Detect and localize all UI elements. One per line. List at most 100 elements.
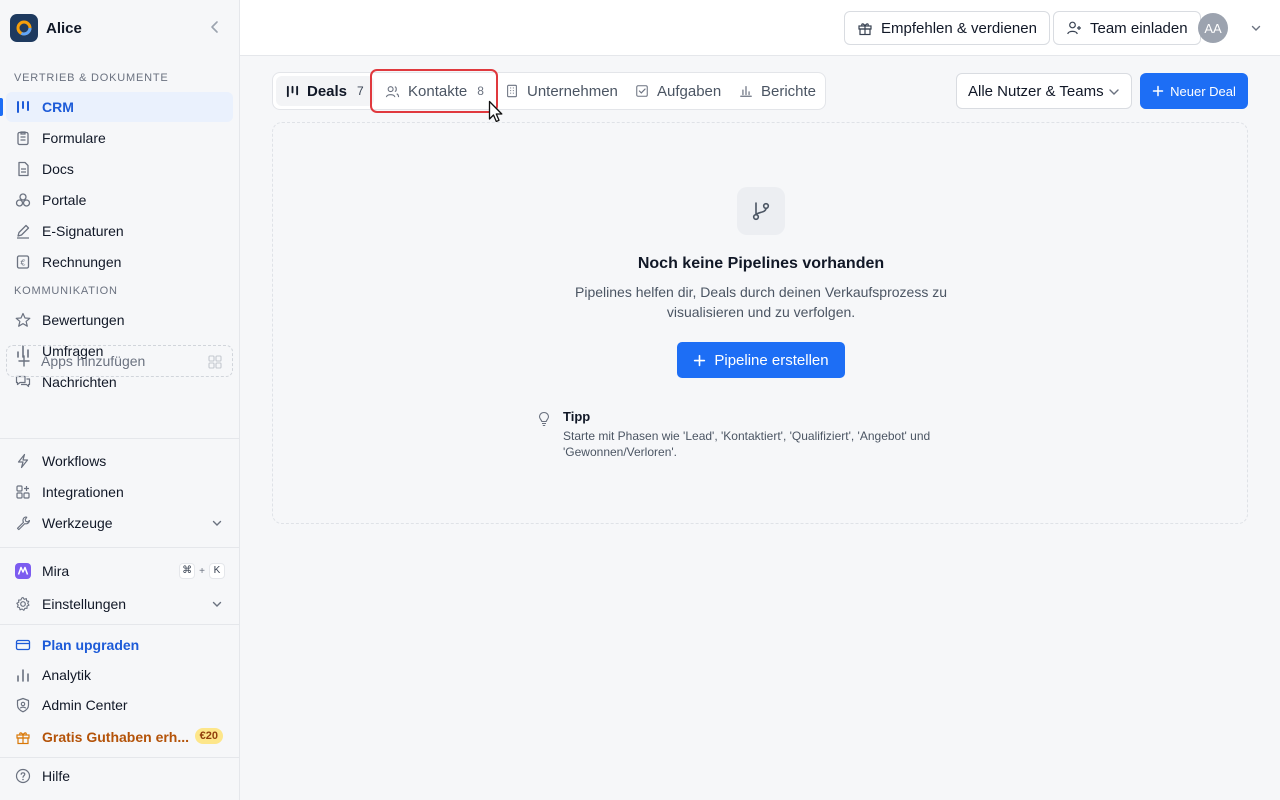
tab-berichte[interactable]: Berichte (729, 76, 826, 106)
star-icon (14, 311, 32, 329)
k-key: K (209, 563, 225, 579)
workspace-switcher[interactable]: Alice (10, 14, 230, 42)
sidebar-item-label: Werkzeuge (42, 515, 113, 531)
sidebar-item-docs[interactable]: Docs (6, 154, 233, 184)
sidebar-item-label: CRM (42, 99, 74, 115)
create-pipeline-label: Pipeline erstellen (714, 351, 829, 369)
keyboard-shortcut: ⌘ + K (179, 563, 225, 579)
sidebar-item-label: Hilfe (42, 768, 71, 784)
empty-state-title: Noch keine Pipelines vorhanden (637, 255, 885, 272)
tip-title: Tipp (563, 409, 591, 424)
owner-filter-select[interactable]: Alle Nutzer & Teams (956, 73, 1132, 109)
sidebar-item-bewertungen[interactable]: Bewertungen (6, 305, 233, 335)
sidebar-item-gratis-guthaben[interactable]: Gratis Guthaben erh... €20 (6, 722, 233, 752)
sidebar-item-hilfe[interactable]: Hilfe (6, 761, 233, 791)
sidebar-item-werkzeuge[interactable]: Werkzeuge (6, 508, 233, 538)
tab-unternehmen[interactable]: Unternehmen (495, 76, 628, 106)
clipboard-icon (14, 129, 32, 147)
sidebar-item-label: Admin Center (42, 697, 128, 713)
sidebar-divider (0, 757, 239, 758)
lightbulb-icon (537, 411, 551, 427)
gift-icon (857, 20, 873, 36)
sidebar-divider (0, 547, 239, 548)
sidebar-item-integrationen[interactable]: Integrationen (6, 477, 233, 507)
sidebar-item-einstellungen[interactable]: Einstellungen (6, 589, 233, 619)
pen-icon (14, 222, 32, 240)
chevron-down-icon (211, 598, 223, 610)
sidebar-item-label: Einstellungen (42, 596, 127, 612)
sidebar-item-admin-center[interactable]: Admin Center (6, 690, 233, 720)
active-indicator (0, 98, 3, 116)
tab-label: Aufgaben (657, 82, 722, 100)
sidebar-item-analytik[interactable]: Analytik (6, 660, 233, 690)
sidebar-divider (0, 438, 239, 439)
sidebar-item-label: Integrationen (42, 484, 124, 500)
plus-icon (17, 354, 31, 368)
plus-icon (1152, 85, 1164, 97)
sidebar-item-label: Gratis Guthaben erh... (42, 729, 190, 745)
bar-chart-icon (739, 84, 753, 98)
sidebar-item-label: Rechnungen (42, 254, 122, 270)
document-icon (14, 160, 32, 178)
sidebar-item-mira[interactable]: Mira ⌘ + K (6, 556, 233, 586)
sidebar-item-crm[interactable]: CRM (6, 92, 233, 122)
sidebar-item-rechnungen[interactable]: € Rechnungen (6, 247, 233, 277)
add-apps-label: Apps hinzufügen (41, 353, 146, 369)
sidebar-item-label: Portale (42, 192, 87, 208)
sidebar-item-formulare[interactable]: Formulare (6, 123, 233, 153)
filter-value: Alle Nutzer & Teams (968, 82, 1104, 100)
new-deal-button[interactable]: Neuer Deal (1140, 73, 1248, 109)
credit-card-icon (14, 636, 32, 654)
section-label-communication: KOMMUNIKATION (14, 285, 118, 297)
chevron-down-icon (1107, 85, 1121, 99)
sidebar-item-label: Bewertungen (42, 312, 125, 328)
chevron-down-icon[interactable] (1250, 22, 1262, 34)
mouse-cursor-icon (488, 100, 504, 124)
sidebar-item-label: Workflows (42, 453, 107, 469)
avatar[interactable]: AA (1198, 13, 1228, 43)
gift-icon (14, 728, 32, 746)
empty-state-panel: Noch keine Pipelines vorhanden Pipelines… (272, 122, 1248, 524)
sidebar: Alice VERTRIEB & DOKUMENTE CRM Formulare… (0, 0, 240, 800)
sidebar-item-label: Analytik (42, 667, 92, 683)
tab-label: Unternehmen (527, 82, 618, 100)
sidebar-item-label: Mira (42, 563, 70, 579)
lightning-icon (14, 452, 32, 470)
command-key: ⌘ (179, 563, 196, 579)
sidebar-item-label: Docs (42, 161, 74, 177)
crm-tabs: Deals 7 Kontakte 8 Unternehmen Aufgaben … (272, 72, 826, 110)
kanban-icon (286, 85, 299, 98)
workspace-name: Alice (46, 19, 82, 37)
refer-label: Empfehlen & verdienen (881, 19, 1037, 37)
tab-aufgaben[interactable]: Aufgaben (625, 76, 731, 106)
shortcut-plus: + (199, 565, 205, 577)
create-pipeline-button[interactable]: Pipeline erstellen (677, 342, 845, 378)
sidebar-item-workflows[interactable]: Workflows (6, 446, 233, 476)
svg-text:€: € (20, 259, 25, 268)
sidebar-item-label: E-Signaturen (42, 223, 124, 239)
user-plus-icon (1066, 20, 1082, 36)
add-apps-button[interactable]: Apps hinzufügen (6, 345, 233, 377)
shield-user-icon (14, 696, 32, 714)
building-icon (505, 84, 519, 98)
plus-icon (693, 354, 706, 367)
top-header: Empfehlen & verdienen Team einladen AA (240, 0, 1280, 56)
sidebar-item-label: Plan upgraden (42, 637, 140, 653)
sidebar-item-portale[interactable]: Portale (6, 185, 233, 215)
section-label-sales: VERTRIEB & DOKUMENTE (14, 72, 169, 84)
focus-highlight (370, 69, 498, 113)
invite-team-button[interactable]: Team einladen (1053, 11, 1201, 45)
sidebar-item-plan-upgraden[interactable]: Plan upgraden (6, 630, 233, 660)
tab-label: Deals (307, 82, 348, 100)
sidebar-item-label: Formulare (42, 130, 106, 146)
refer-and-earn-button[interactable]: Empfehlen & verdienen (844, 11, 1050, 45)
portals-icon (14, 191, 32, 209)
tab-label: Berichte (761, 82, 817, 100)
credit-badge: €20 (194, 728, 223, 744)
tab-deals[interactable]: Deals 7 (276, 76, 374, 106)
workspace-logo-icon (10, 14, 38, 42)
collapse-sidebar-icon[interactable] (208, 20, 222, 34)
tip-text: Starte mit Phasen wie 'Lead', 'Kontaktie… (563, 429, 931, 459)
invoice-icon: € (14, 253, 32, 271)
sidebar-item-esignaturen[interactable]: E-Signaturen (6, 216, 233, 246)
